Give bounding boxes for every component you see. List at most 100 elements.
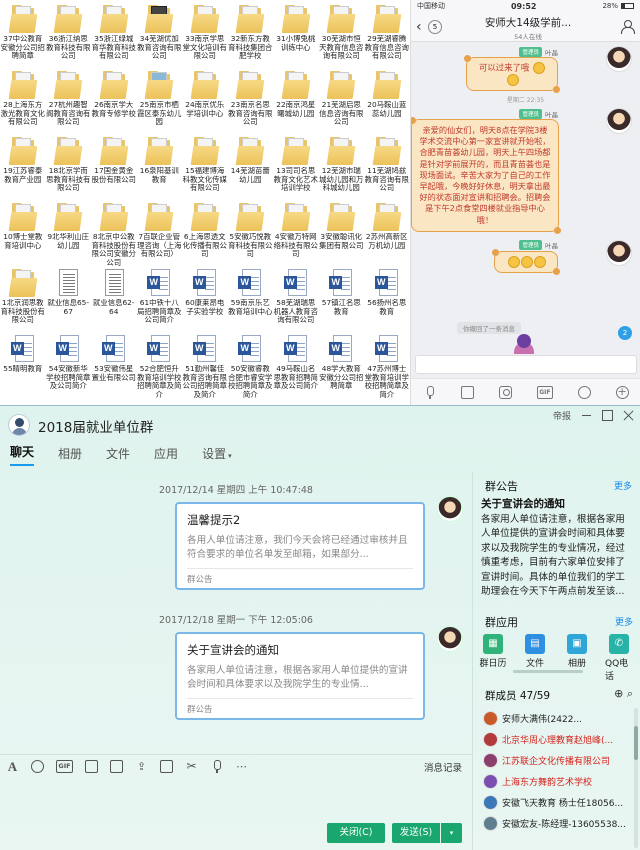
message-input[interactable] <box>415 355 637 374</box>
search-icon[interactable]: ⌕ <box>627 687 633 700</box>
picture-icon[interactable] <box>461 385 475 399</box>
file-item[interactable]: 3安徽聪讯化集团有限公司 <box>319 200 365 266</box>
group-app-item[interactable]: ✆ QQ电话 <box>605 634 633 682</box>
file-item[interactable]: 12芜湖市瑞城幼儿园和万科城幼儿园 <box>319 134 365 200</box>
file-item[interactable]: 10博士堂教育培训中心 <box>0 200 46 266</box>
file-item[interactable]: 32新东方教育科技集团合肥学校 <box>228 2 274 68</box>
mic-icon[interactable] <box>423 385 436 399</box>
file-item[interactable]: W 56扬州名思教育 <box>364 266 410 332</box>
close-icon[interactable] <box>623 410 634 421</box>
file-item[interactable]: 18北京学而思教育科技有限公司 <box>46 134 92 200</box>
group-members-icon[interactable] <box>620 19 635 34</box>
back-arrow-icon[interactable]: ‹ <box>416 19 426 35</box>
file-item[interactable]: W 59南京乐艺教育培训中心 <box>228 266 274 332</box>
file-item[interactable]: 27杭州趣智阁教育咨询有限公司 <box>46 68 92 134</box>
file-item[interactable]: 23南京名思教育咨询有限公司 <box>228 68 274 134</box>
file-item[interactable]: W 48学大教育安徽分公司招聘简章 <box>319 332 365 398</box>
avatar[interactable] <box>606 108 632 134</box>
tab-album[interactable]: 相册 <box>58 445 82 466</box>
file-item[interactable]: W 61中铁十八局招聘简章及公司简介 <box>137 266 183 332</box>
message-bubble[interactable] <box>492 248 560 275</box>
avatar[interactable] <box>606 46 632 72</box>
file-item[interactable]: 22南京鸿星曙城幼儿园 <box>273 68 319 134</box>
upload-icon[interactable]: ⇪ <box>135 760 148 773</box>
ctrl-label[interactable]: 帝报 <box>553 409 571 422</box>
apps-more-link[interactable]: 更多 <box>615 615 633 628</box>
message-bubble[interactable]: 亲爱的仙女们，明天8点在学院3楼学术交流中心第一家宣讲就开始啦，合肥青苗荟幼儿园… <box>411 117 561 234</box>
message-history-button[interactable]: 消息记录 <box>424 760 462 774</box>
camera-icon[interactable] <box>499 385 513 399</box>
mic-icon[interactable] <box>210 760 223 773</box>
file-item[interactable]: 34芜湖优加教育咨询有限公司 <box>137 2 183 68</box>
member-item[interactable]: 安师大满伟(2422... <box>473 708 635 729</box>
member-item[interactable]: 江苏联企文化传播有限公司 <box>473 750 635 771</box>
group-app-item[interactable]: ▤ 文件 <box>521 634 549 682</box>
gift-icon[interactable] <box>160 760 173 773</box>
screenshot-scissors-icon[interactable]: ✂ <box>185 760 198 773</box>
emoji-icon[interactable] <box>31 760 44 773</box>
file-item[interactable]: 28上海东方激光教育文化有限公司 <box>0 68 46 134</box>
file-item[interactable]: 4安徽万特网络科技有限公司 <box>273 200 319 266</box>
file-item[interactable]: 36浙江纳思教育科技有限公司 <box>46 2 92 68</box>
send-button[interactable]: 发送(S) <box>392 823 440 843</box>
group-avatar[interactable] <box>8 414 30 436</box>
tab-chat[interactable]: 聊天 <box>10 443 35 466</box>
member-item[interactable]: 北京华周心理教育赵旭峰(... <box>473 729 635 750</box>
gif-icon[interactable]: GIF <box>536 385 553 399</box>
message-bubble[interactable]: 可以过来了哦 <box>464 55 560 93</box>
file-item[interactable]: 5安徽巧悦教育科技有限公司 <box>228 200 274 266</box>
file-item[interactable]: W 52合肥恒升教育培训学校招聘简章及简介 <box>137 332 183 398</box>
minimize-icon[interactable] <box>581 410 592 421</box>
message-input[interactable] <box>0 778 472 818</box>
avatar[interactable] <box>437 496 463 522</box>
file-item[interactable]: W 57镇江名思教育 <box>319 266 365 332</box>
tab-files[interactable]: 文件 <box>106 445 130 466</box>
unread-badge[interactable]: 2 <box>618 326 632 340</box>
file-item[interactable]: 16泉阳基训教育 <box>137 134 183 200</box>
file-item[interactable]: 35浙江绿城育华教育科技有限公司 <box>91 2 137 68</box>
more-icon[interactable]: ⋯ <box>235 760 248 773</box>
file-item[interactable]: W 54安徽新华学校招聘简章及公司简介 <box>46 332 92 398</box>
plus-icon[interactable]: + <box>615 385 629 399</box>
file-item[interactable]: W 51勤州馨佳教育咨询有限公司招聘简章及简介 <box>182 332 228 398</box>
file-item[interactable]: 20马鞍山蓝蕊幼儿园 <box>364 68 410 134</box>
file-item[interactable]: 24南京优乐学培训中心 <box>182 68 228 134</box>
image-icon[interactable] <box>110 760 123 773</box>
scrollbar-thumb[interactable] <box>634 726 638 760</box>
group-app-item[interactable]: ▣ 相册 <box>563 634 591 682</box>
member-scrollbar[interactable] <box>634 708 638 848</box>
add-member-icon[interactable]: ⊕ <box>614 687 623 700</box>
file-item[interactable]: 26南京学大教育专修学校 <box>91 68 137 134</box>
font-icon[interactable]: A <box>6 760 19 773</box>
file-item[interactable]: 6上海思透文化传播有限公司 <box>182 200 228 266</box>
file-item[interactable]: W 50安徽睿教合肥市睿安学校招聘简章及简介 <box>228 332 274 398</box>
tab-settings[interactable]: 设置 ▾ <box>202 445 232 466</box>
member-item[interactable]: 上海东方舞韵艺术学校 <box>473 771 635 792</box>
file-item[interactable]: 30芜湖市恒天教育信息咨询有限公司 <box>319 2 365 68</box>
video-icon[interactable] <box>85 760 98 773</box>
member-item[interactable]: 安徽飞天教育 杨士任18056... <box>473 792 635 813</box>
notice-card[interactable]: 关于宣讲会的通知 各家用人单位请注意，根据各家用人单位提供的宣讲会时间和具体要求… <box>175 632 425 720</box>
member-item[interactable]: 安徽宏友-陈经理-13605538... <box>473 813 635 834</box>
file-item[interactable]: 25南京市栖霞区泰东幼儿园 <box>137 68 183 134</box>
file-item[interactable]: 9北华利山庄幼儿园 <box>46 200 92 266</box>
close-button[interactable]: 关闭(C) <box>327 823 385 843</box>
notice-more-link[interactable]: 更多 <box>614 479 632 492</box>
file-item[interactable]: 29芜湖睿腾教育信息咨询有限公司 <box>364 2 410 68</box>
file-item[interactable]: 31小博兔桃训练中心 <box>273 2 319 68</box>
file-item[interactable]: W 49马鞍山名思教育招聘简章及公司简介 <box>273 332 319 398</box>
file-item[interactable]: 8北京中公教育科技股份有限公司安徽分公司 <box>91 200 137 266</box>
file-item[interactable]: W 53安徽伟星置业有限公司 <box>91 332 137 398</box>
group-app-item[interactable]: ▦ 群日历 <box>479 634 507 682</box>
file-item[interactable]: 33南京学思堂文化培训有限公司 <box>182 2 228 68</box>
file-item[interactable]: 11芜湖鸠兹教育咨询有限公司 <box>364 134 410 200</box>
smile-icon[interactable] <box>577 385 591 399</box>
avatar[interactable] <box>437 626 463 652</box>
file-item[interactable]: 14芜湖苗蕾幼儿园 <box>228 134 274 200</box>
file-item[interactable]: 就业信息65-67 <box>46 266 92 332</box>
file-item[interactable]: 1北京润思教育科技股份有限公司 <box>0 266 46 332</box>
send-options-caret-icon[interactable]: ▾ <box>441 823 462 843</box>
file-item[interactable]: 2苏州高新区万机幼儿园 <box>364 200 410 266</box>
file-item[interactable]: 15福建博海科教文化传媒有限公司 <box>182 134 228 200</box>
file-item[interactable]: 7百联企业管理咨询（上海有限公司） <box>137 200 183 266</box>
